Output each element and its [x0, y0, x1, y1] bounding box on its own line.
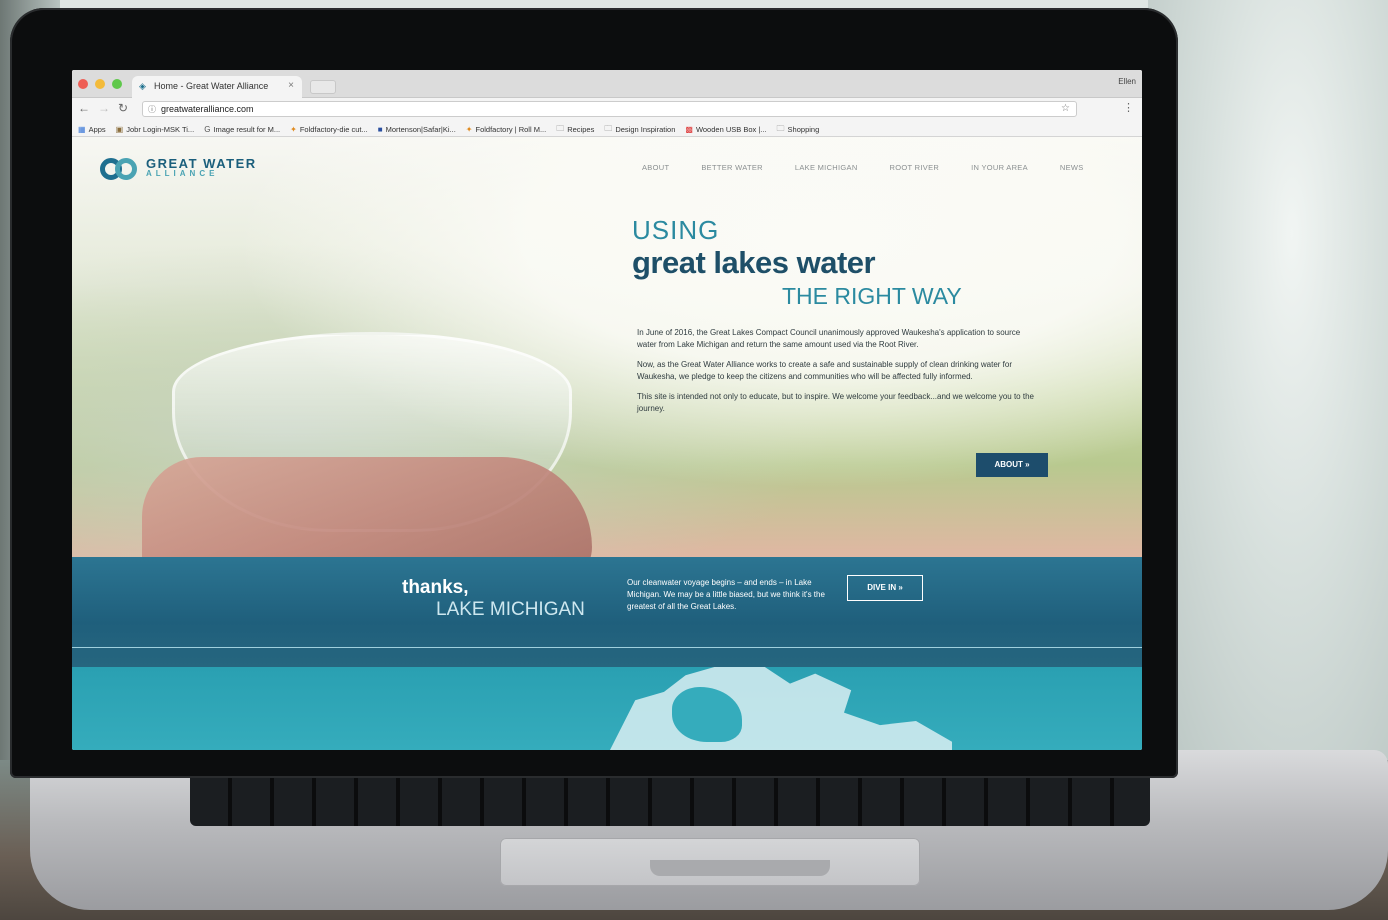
nav-lake-michigan[interactable]: LAKE MICHIGAN — [795, 163, 858, 172]
hero-paragraph: In June of 2016, the Great Lakes Compact… — [637, 328, 1021, 349]
band-text: Our cleanwater voyage begins – and ends … — [627, 578, 825, 611]
dive-in-button[interactable]: DIVE IN » — [847, 575, 923, 601]
folder-icon: 🗀 — [556, 123, 565, 133]
bookmark-item[interactable]: 🗀 Design Inspiration — [604, 123, 675, 136]
forward-arrow-icon[interactable]: → — [98, 101, 110, 115]
google-icon: G — [204, 125, 211, 134]
laptop-notch — [650, 860, 830, 876]
bookmark-star-icon[interactable]: ☆ — [1061, 103, 1070, 114]
site-logo[interactable]: GREAT WATER ALLIANCE — [100, 155, 257, 183]
laptop-lid: ◈ Home - Great Water Alliance × Ellen ← … — [10, 8, 1178, 778]
url-text: greatwateralliance.com — [161, 104, 254, 114]
minimize-window-button[interactable] — [95, 79, 105, 89]
bookmark-item[interactable]: 🗀 Recipes — [556, 123, 594, 136]
bookmark-item[interactable]: ■ Mortenson|Safar|Ki... — [378, 123, 456, 136]
hero-heading-main: great lakes water — [632, 245, 876, 280]
bookmark-item[interactable]: ▦ Apps — [78, 123, 106, 136]
bookmark-item[interactable]: ✦ Foldfactory-die cut... — [290, 123, 368, 136]
nav-root-river[interactable]: ROOT RIVER — [890, 163, 940, 172]
hero-heading-right-way: THE RIGHT WAY — [782, 283, 962, 309]
website: GREAT WATER ALLIANCE ABOUT BETTER WATER … — [72, 137, 1142, 750]
folder-icon: 🗀 — [604, 123, 613, 133]
about-button[interactable]: ABOUT » — [976, 453, 1048, 477]
hero-heading-using: USING — [632, 215, 720, 245]
reload-icon[interactable]: ↻ — [118, 101, 128, 115]
new-tab-button[interactable] — [310, 80, 336, 94]
hero-paragraph: Now, as the Great Water Alliance works t… — [637, 360, 1013, 381]
folder-icon: 🗀 — [776, 123, 785, 133]
band-lake-michigan: LAKE MICHIGAN — [436, 599, 585, 620]
profile-name[interactable]: Ellen — [1118, 77, 1136, 86]
laptop-screen: ◈ Home - Great Water Alliance × Ellen ← … — [72, 70, 1142, 750]
background-right — [1148, 0, 1388, 780]
bookmark-item[interactable]: ✦ Foldfactory | Roll M... — [466, 123, 546, 136]
lake-michigan-band: thanks, LAKE MICHIGAN Our cleanwater voy… — [72, 557, 1142, 667]
tab-close-icon[interactable]: × — [288, 80, 294, 91]
bookmark-item[interactable]: ▩ Wooden USB Box |... — [685, 123, 766, 136]
logo-line1: GREAT WATER — [146, 156, 257, 171]
page-icon: ▣ — [115, 125, 124, 134]
window-controls — [78, 79, 122, 89]
apps-grid-icon: ▦ — [78, 125, 86, 134]
bookmark-item[interactable]: 🗀 Shopping — [777, 123, 820, 136]
bookmark-item[interactable]: ▣ Jobr Login-MSK Ti... — [116, 123, 195, 136]
hero-paragraph: This site is intended not only to educat… — [637, 392, 1034, 413]
nav-better-water[interactable]: BETTER WATER — [701, 163, 763, 172]
great-lakes-map — [72, 667, 1142, 750]
browser-toolbar: ← → ↻ ⓘ greatwateralliance.com ☆ ⋮ — [72, 98, 1142, 120]
tab-title: Home - Great Water Alliance — [154, 81, 269, 91]
maximize-window-button[interactable] — [112, 79, 122, 89]
browser-menu-icon[interactable]: ⋮ — [1123, 101, 1134, 114]
close-window-button[interactable] — [78, 79, 88, 89]
browser-tab-active[interactable]: ◈ Home - Great Water Alliance × — [132, 76, 302, 98]
back-arrow-icon[interactable]: ← — [78, 101, 90, 115]
nav-news[interactable]: NEWS — [1060, 163, 1084, 172]
hero-body: In June of 2016, the Great Lakes Compact… — [637, 327, 1037, 423]
bookmarks-bar: ▦ Apps ▣ Jobr Login-MSK Ti... G Image resul… — [72, 120, 1142, 137]
mortenson-icon: ■ — [377, 125, 383, 134]
site-nav: ABOUT BETTER WATER LAKE MICHIGAN ROOT RI… — [642, 163, 1084, 172]
nav-in-your-area[interactable]: IN YOUR AREA — [971, 163, 1028, 172]
bookmark-item[interactable]: G Image result for M... — [204, 123, 280, 136]
nav-about[interactable]: ABOUT — [642, 163, 669, 172]
band-thanks: thanks, — [402, 577, 469, 598]
site-favicon-icon: ◈ — [139, 81, 146, 91]
band-divider — [72, 647, 1142, 648]
foldfactory-icon: ✦ — [465, 125, 473, 134]
map-land-shape — [610, 667, 952, 750]
logo-mark-icon — [100, 155, 140, 183]
browser-tabstrip: ◈ Home - Great Water Alliance × Ellen — [72, 70, 1142, 98]
info-icon[interactable]: ⓘ — [148, 104, 156, 115]
hero-section: GREAT WATER ALLIANCE ABOUT BETTER WATER … — [72, 137, 1142, 587]
foldfactory-icon: ✦ — [290, 125, 297, 134]
colorful-square-icon: ▩ — [685, 125, 693, 134]
address-bar[interactable]: ⓘ greatwateralliance.com ☆ — [142, 101, 1077, 117]
